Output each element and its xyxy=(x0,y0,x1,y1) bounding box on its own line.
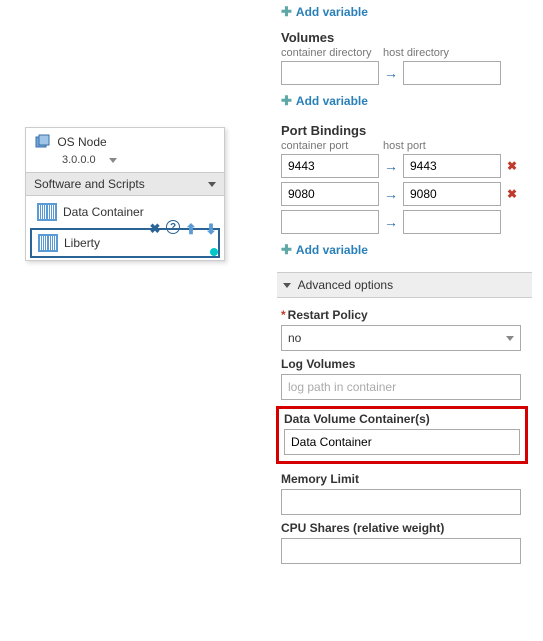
chevron-down-icon xyxy=(283,283,291,288)
host-port-input[interactable] xyxy=(403,182,501,206)
advanced-options-label: Advanced options xyxy=(298,278,393,292)
os-version-text: 3.0.0.0 xyxy=(62,154,96,166)
chevron-down-icon xyxy=(109,158,117,163)
delete-icon[interactable]: ✖ xyxy=(146,220,164,238)
software-item-label: Data Container xyxy=(63,205,144,219)
os-node-title: OS Node xyxy=(57,135,106,149)
port-row: → ✖ xyxy=(281,154,528,178)
plus-icon: ✚ xyxy=(281,93,292,109)
volume-row: → xyxy=(281,61,528,85)
add-variable-label: Add variable xyxy=(296,5,368,19)
cpu-shares-label: CPU Shares (relative weight) xyxy=(281,521,528,535)
arrow-right-icon: → xyxy=(383,186,399,202)
host-port-input[interactable] xyxy=(403,210,501,234)
container-port-input[interactable] xyxy=(281,182,379,206)
volumes-title: Volumes xyxy=(281,30,528,45)
software-scripts-label: Software and Scripts xyxy=(34,177,145,191)
data-volume-containers-label: Data Volume Container(s) xyxy=(284,412,520,426)
help-icon[interactable]: ? xyxy=(166,220,180,234)
container-icon xyxy=(38,234,58,252)
container-icon xyxy=(37,203,57,221)
software-scripts-header[interactable]: Software and Scripts xyxy=(26,172,224,196)
restart-policy-label: *Restart Policy xyxy=(281,308,528,322)
move-down-icon[interactable]: ⬇ xyxy=(202,220,220,238)
add-variable-link[interactable]: ✚ Add variable xyxy=(281,238,368,262)
container-dir-input[interactable] xyxy=(281,61,379,85)
restart-policy-value: no xyxy=(288,331,301,345)
volumes-sublabels: container directory host directory xyxy=(281,47,528,59)
data-volume-containers-input[interactable] xyxy=(284,429,520,455)
chevron-down-icon xyxy=(208,182,216,187)
restart-policy-select[interactable]: no xyxy=(281,325,521,351)
move-up-icon[interactable]: ⬆ xyxy=(182,220,200,238)
host-port-label: host port xyxy=(383,140,426,152)
os-node-header: OS Node xyxy=(26,128,224,154)
delete-row-icon[interactable]: ✖ xyxy=(507,159,517,173)
plus-icon: ✚ xyxy=(281,4,292,20)
container-port-label: container port xyxy=(281,140,379,152)
required-asterisk: * xyxy=(281,308,286,322)
arrow-right-icon: → xyxy=(383,214,399,230)
volumes-section: Volumes container directory host directo… xyxy=(281,30,528,113)
log-volumes-label: Log Volumes xyxy=(281,357,528,371)
add-variable-label: Add variable xyxy=(296,243,368,257)
software-item-label: Liberty xyxy=(64,236,100,250)
item-action-bar: ✖ ? ⬆ ⬇ xyxy=(146,220,220,238)
log-volumes-input[interactable] xyxy=(281,374,521,400)
data-volume-containers-highlight: Data Volume Container(s) xyxy=(276,406,528,464)
delete-row-icon[interactable]: ✖ xyxy=(507,187,517,201)
host-dir-label: host directory xyxy=(383,47,449,59)
add-variable-link[interactable]: ✚ Add variable xyxy=(281,0,368,24)
host-dir-input[interactable] xyxy=(403,61,501,85)
add-variable-link[interactable]: ✚ Add variable xyxy=(281,89,368,113)
arrow-right-icon: → xyxy=(383,65,399,81)
port-row: → xyxy=(281,210,528,234)
server-icon xyxy=(34,134,50,150)
software-list: Data Container ✖ ? ⬆ ⬇ Liberty xyxy=(26,198,224,258)
container-port-input[interactable] xyxy=(281,154,379,178)
cpu-shares-input[interactable] xyxy=(281,538,521,564)
ports-title: Port Bindings xyxy=(281,123,528,138)
host-port-input[interactable] xyxy=(403,154,501,178)
os-version-row[interactable]: 3.0.0.0 xyxy=(26,154,224,172)
port-bindings-section: Port Bindings container port host port →… xyxy=(281,123,528,262)
status-dot-icon xyxy=(210,248,218,256)
ports-sublabels: container port host port xyxy=(281,140,528,152)
advanced-options-header[interactable]: Advanced options xyxy=(277,272,532,298)
properties-panel: ✚ Add variable Volumes container directo… xyxy=(277,0,540,564)
chevron-down-icon xyxy=(506,336,514,341)
plus-icon: ✚ xyxy=(281,242,292,258)
os-node-card: OS Node 3.0.0.0 Software and Scripts Dat… xyxy=(25,127,225,261)
container-dir-label: container directory xyxy=(281,47,379,59)
add-variable-label: Add variable xyxy=(296,94,368,108)
arrow-right-icon: → xyxy=(383,158,399,174)
memory-limit-input[interactable] xyxy=(281,489,521,515)
memory-limit-label: Memory Limit xyxy=(281,472,528,486)
container-port-input[interactable] xyxy=(281,210,379,234)
port-row: → ✖ xyxy=(281,182,528,206)
